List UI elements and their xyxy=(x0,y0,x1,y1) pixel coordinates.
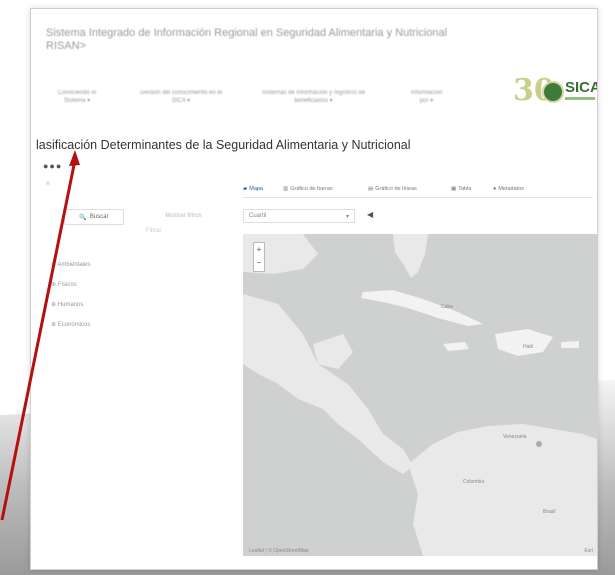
annotation-arrow-line xyxy=(0,159,77,521)
annotation-overlay xyxy=(0,150,80,521)
annotation-arrowhead-icon xyxy=(69,150,80,166)
